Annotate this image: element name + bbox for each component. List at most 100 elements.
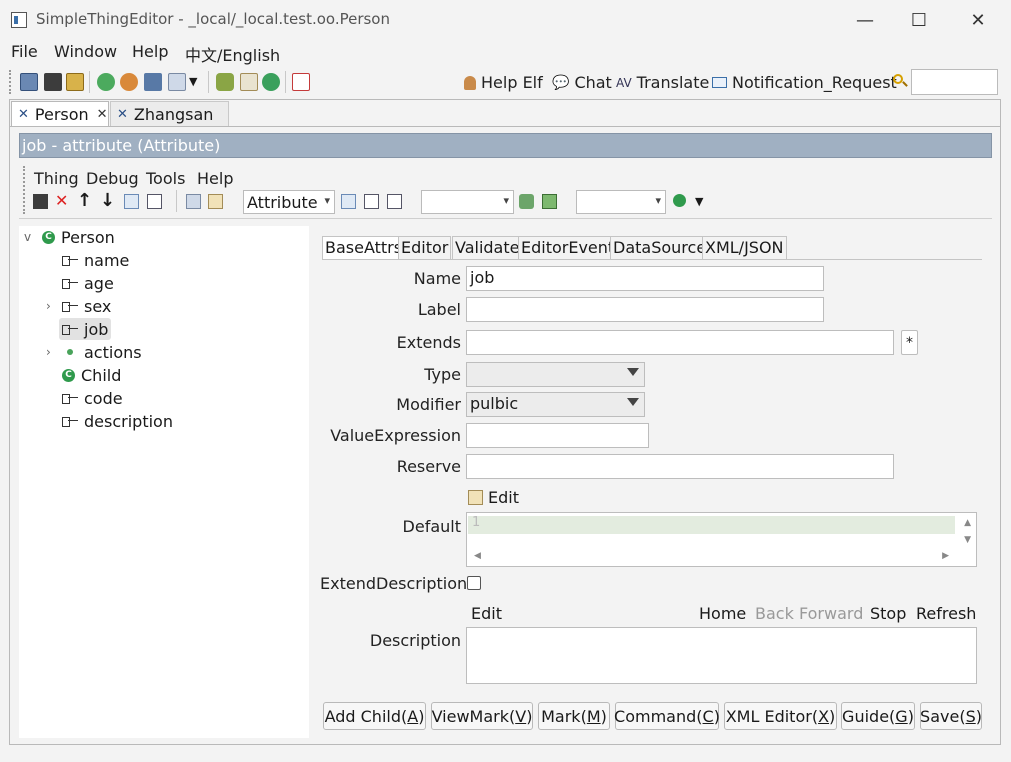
tab-baseattrs[interactable]: BaseAttrs <box>322 236 406 260</box>
home-icon[interactable] <box>20 73 38 91</box>
mark-button[interactable]: Mark(M) <box>538 702 610 730</box>
menu-help[interactable]: Help <box>132 42 168 61</box>
tab-validate[interactable]: Validate <box>452 236 523 260</box>
description-viewer[interactable] <box>466 627 977 684</box>
menu-window[interactable]: Window <box>54 42 117 61</box>
xml-icon[interactable] <box>364 194 379 209</box>
default-edit-link[interactable]: Edit <box>468 488 519 507</box>
maximize-button[interactable]: ☐ <box>896 6 942 34</box>
user-icon[interactable] <box>120 73 138 91</box>
extends-field[interactable] <box>466 330 894 355</box>
help-elf-button[interactable]: Help Elf <box>464 73 543 92</box>
debug-icon[interactable] <box>542 194 557 209</box>
tab-xml-json[interactable]: XML/JSON <box>702 236 787 260</box>
valueexpression-field[interactable] <box>466 423 649 448</box>
globe-icon[interactable] <box>262 73 280 91</box>
scroll-left-icon[interactable]: ◀ <box>474 551 481 561</box>
tree-node-job[interactable]: job <box>59 318 112 340</box>
move-down-icon[interactable]: ↓ <box>100 190 115 211</box>
dropdown-arrow-icon[interactable]: ▼ <box>695 195 703 208</box>
search-icon[interactable] <box>892 73 908 89</box>
tab-zhangsan[interactable]: ✕ Zhangsan <box>110 101 229 126</box>
play-icon[interactable] <box>673 194 686 207</box>
label-field[interactable] <box>466 297 824 322</box>
tree-node-name[interactable]: name <box>62 249 129 271</box>
home-link[interactable]: Home <box>699 604 746 623</box>
desc-edit-link[interactable]: Edit <box>471 604 502 623</box>
forward-link[interactable]: Forward <box>799 604 863 623</box>
type-combo[interactable]: Attribute ▾ <box>243 190 335 214</box>
translate-button[interactable]: AV Translate <box>616 73 709 92</box>
run-icon[interactable] <box>519 194 534 209</box>
menu-thing[interactable]: Thing <box>34 169 79 188</box>
command-button[interactable]: Command(C) <box>614 702 720 730</box>
menu-debug[interactable]: Debug <box>86 169 139 188</box>
xml-editor-button[interactable]: XML Editor(X) <box>724 702 837 730</box>
refresh-link[interactable]: Refresh <box>916 604 976 623</box>
combo-box-3[interactable]: ▾ <box>576 190 666 214</box>
pdf-icon[interactable] <box>292 73 310 91</box>
tab-editorevent[interactable]: EditorEvent <box>518 236 618 260</box>
xml-icon[interactable] <box>387 194 402 209</box>
chat-button[interactable]: 💬 Chat <box>552 73 612 92</box>
tree-node-sex[interactable]: sex <box>62 295 111 317</box>
delete-icon[interactable]: ✕ <box>55 191 68 210</box>
tab-close-icon[interactable]: ✕ <box>97 107 108 122</box>
scroll-up-icon[interactable]: ▲ <box>964 518 971 528</box>
tree-node-child[interactable]: C Child <box>62 364 121 386</box>
scroll-down-icon[interactable]: ▼ <box>964 535 971 545</box>
save-icon[interactable] <box>44 73 62 91</box>
scroll-right-icon[interactable]: ▶ <box>942 551 949 561</box>
type-select[interactable] <box>466 362 645 387</box>
toolbar-grip[interactable] <box>9 70 12 94</box>
editor-grip[interactable] <box>23 166 26 214</box>
refresh-icon[interactable] <box>97 73 115 91</box>
add-child-button[interactable]: Add Child(A) <box>323 702 426 730</box>
search-input[interactable] <box>911 69 998 95</box>
lock-icon[interactable] <box>208 194 223 209</box>
move-up-icon[interactable]: ↑ <box>77 190 92 211</box>
tab-editor[interactable]: Editor <box>398 236 452 260</box>
stop-link[interactable]: Stop <box>870 604 906 623</box>
tree-node-code[interactable]: code <box>62 387 123 409</box>
tab-datasource[interactable]: DataSource <box>610 236 710 260</box>
reserve-field[interactable] <box>466 454 894 479</box>
notification-button[interactable]: Notification_Request <box>712 73 897 92</box>
plant-icon[interactable] <box>216 73 234 91</box>
combo-box-2[interactable]: ▾ <box>421 190 514 214</box>
open-folder-icon[interactable] <box>66 73 84 91</box>
xml-icon[interactable] <box>147 194 162 209</box>
copy-icon[interactable] <box>168 73 186 91</box>
menu-file[interactable]: File <box>11 42 38 61</box>
close-button[interactable]: ✕ <box>955 6 1001 34</box>
collapse-chevron-icon[interactable]: › <box>46 345 51 359</box>
monitor-icon[interactable] <box>144 73 162 91</box>
default-code-editor[interactable]: 1 ▲ ▼ ◀ ▶ <box>466 512 977 567</box>
menu-tools[interactable]: Tools <box>146 169 185 188</box>
collapse-chevron-icon[interactable]: › <box>46 299 51 313</box>
viewmark-button[interactable]: ViewMark(V) <box>431 702 533 730</box>
tree-node-actions[interactable]: actions <box>62 341 142 363</box>
name-field[interactable]: job <box>466 266 824 291</box>
menu-editor-help[interactable]: Help <box>197 169 233 188</box>
save-button[interactable]: Save(S) <box>920 702 982 730</box>
modifier-select[interactable]: pulbic <box>466 392 645 417</box>
expand-chevron-icon[interactable]: v <box>24 230 31 244</box>
back-link[interactable]: Back <box>755 604 794 623</box>
document-icon[interactable] <box>240 73 258 91</box>
save-icon[interactable] <box>33 194 48 209</box>
extends-browse-button[interactable]: * <box>901 330 918 355</box>
paste-icon[interactable] <box>341 194 356 209</box>
dropdown-arrow-icon[interactable]: ▼ <box>189 75 197 88</box>
minimize-button[interactable]: — <box>842 6 888 34</box>
edit-link-label: Edit <box>488 488 519 507</box>
extenddescription-checkbox[interactable] <box>467 576 481 590</box>
tree-node-age[interactable]: age <box>62 272 114 294</box>
tree-node-description[interactable]: description <box>62 410 173 432</box>
copy-icon[interactable] <box>186 194 201 209</box>
menu-language[interactable]: 中文/English <box>185 42 280 66</box>
tab-person[interactable]: ✕ Person ✕ <box>11 101 109 126</box>
tree-node-root[interactable]: C Person <box>42 226 115 248</box>
paste-icon[interactable] <box>124 194 139 209</box>
guide-button[interactable]: Guide(G) <box>841 702 915 730</box>
